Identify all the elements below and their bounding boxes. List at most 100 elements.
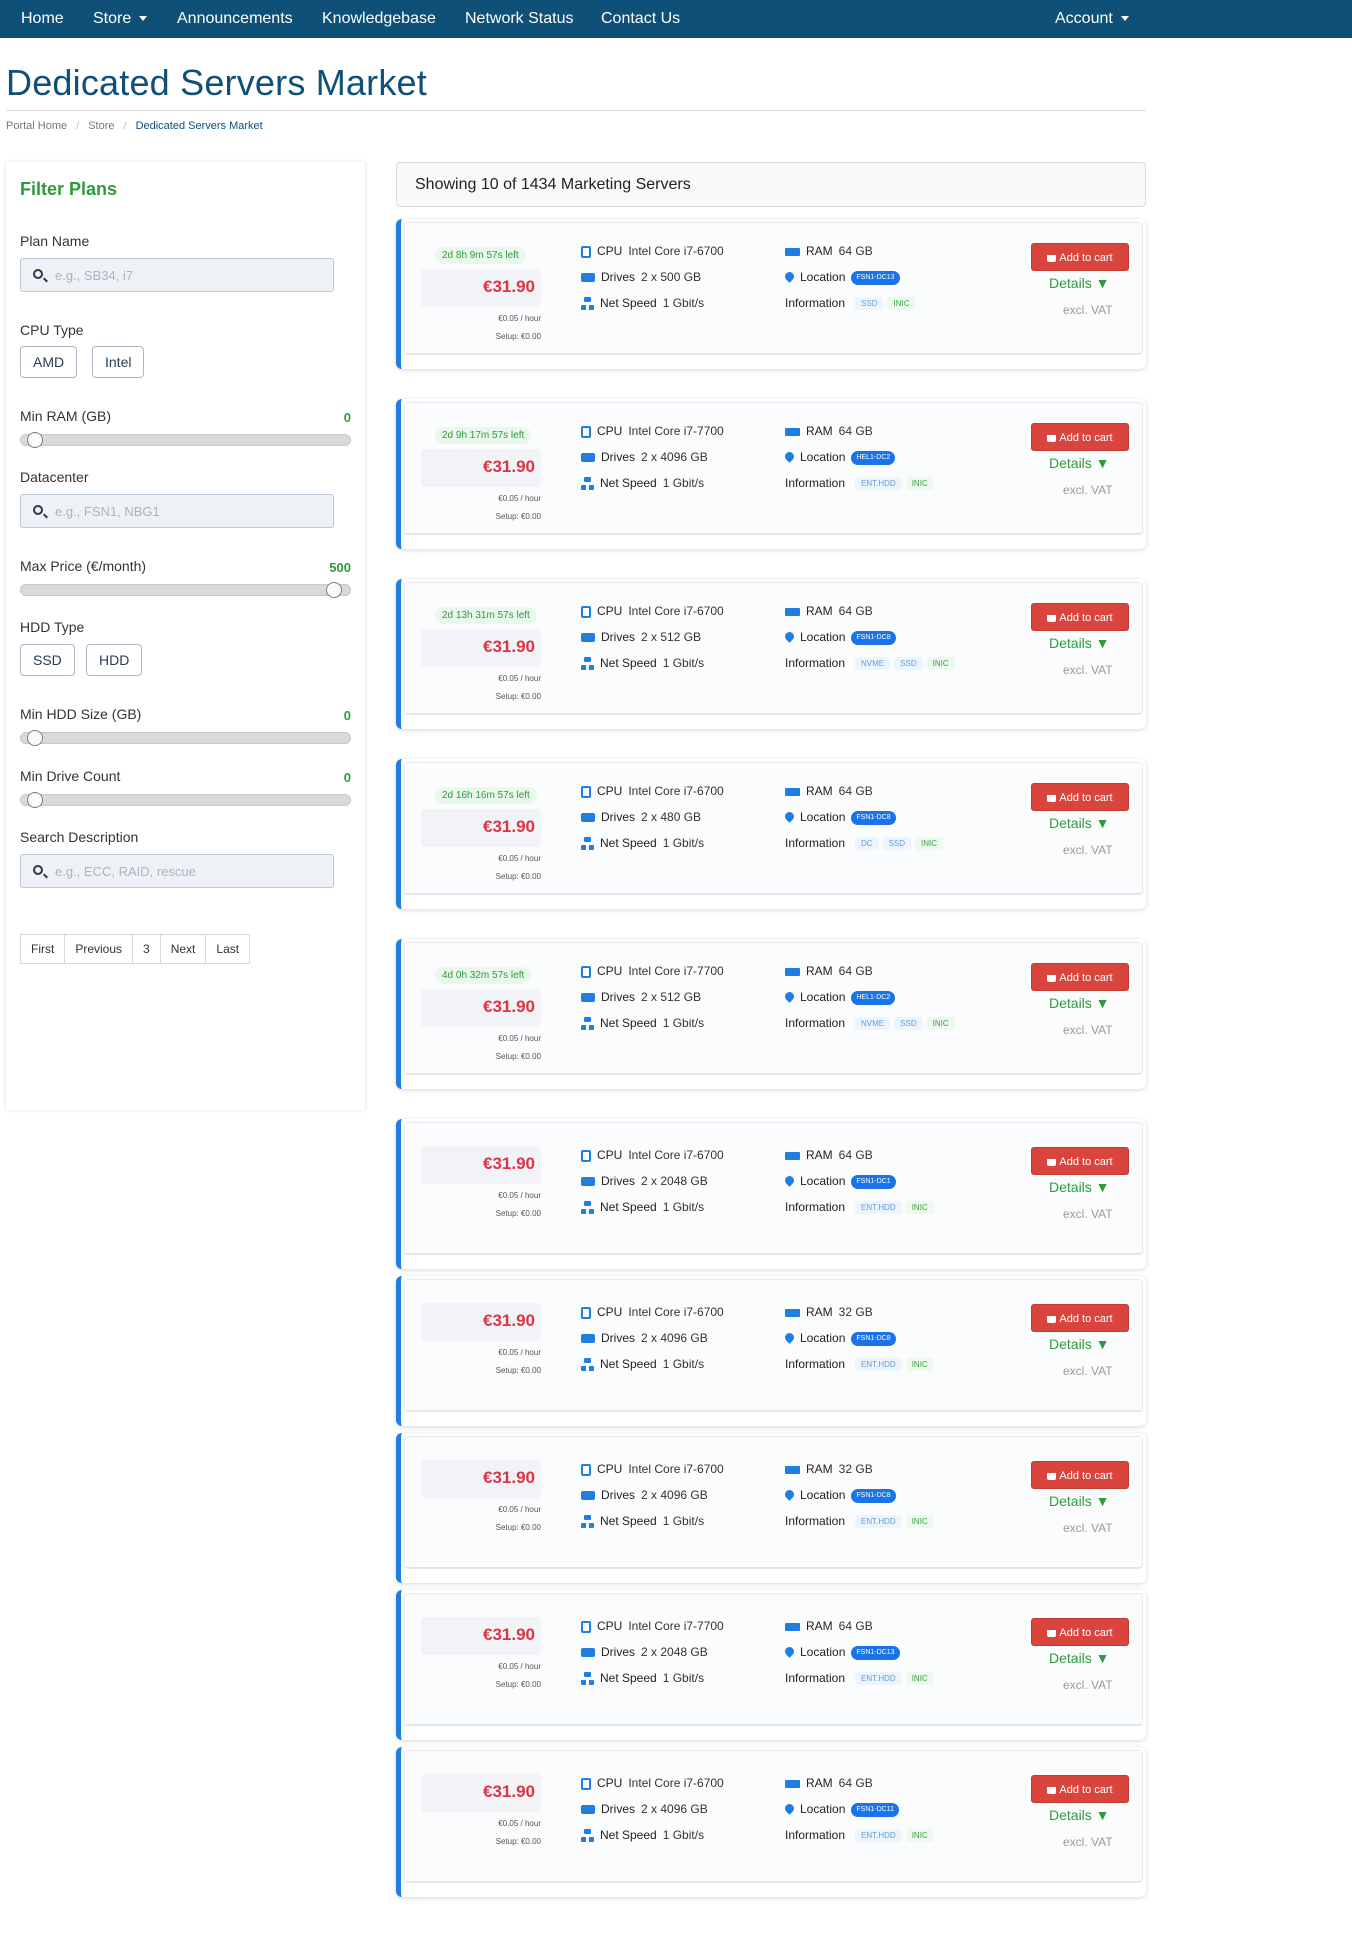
excl-vat-note: excl. VAT xyxy=(1063,1678,1113,1692)
info-tag: SSD xyxy=(894,657,923,671)
cpu-value: Intel Core i7-7700 xyxy=(628,964,724,978)
spec-label: RAM xyxy=(806,1148,833,1162)
setup-fee: Setup: €0.00 xyxy=(495,1052,541,1061)
drives-value: 2 x 480 GB xyxy=(641,810,702,824)
plan-name-input[interactable] xyxy=(55,259,325,291)
spec-label: CPU xyxy=(597,1776,623,1790)
slider-thumb[interactable] xyxy=(27,730,43,746)
details-toggle[interactable]: Details ▼ xyxy=(1049,815,1110,831)
pagination-last[interactable]: Last xyxy=(206,935,249,963)
drives-value: 2 x 2048 GB xyxy=(641,1645,708,1659)
max-price-value: 500 xyxy=(329,560,351,575)
spec-location: Location FSN1-DC8 xyxy=(785,810,896,825)
countdown-badge: 4d 0h 32m 57s left xyxy=(435,967,532,984)
cpu-icon xyxy=(581,1777,591,1790)
excl-vat-note: excl. VAT xyxy=(1063,843,1113,857)
details-toggle[interactable]: Details ▼ xyxy=(1049,1493,1110,1509)
breadcrumb: Portal Home / Store / Dedicated Servers Mark… xyxy=(6,120,263,132)
max-price-slider[interactable] xyxy=(20,582,351,598)
add-to-cart-button[interactable]: Add to cart xyxy=(1031,1618,1129,1646)
info-tag: INIC xyxy=(905,1515,934,1529)
hourly-price: €0.05 / hour xyxy=(498,1505,541,1514)
plan-name-field xyxy=(20,258,334,292)
nav-network-status[interactable]: Network Status xyxy=(465,0,573,38)
add-to-cart-button[interactable]: Add to cart xyxy=(1031,423,1129,451)
nav-announcements[interactable]: Announcements xyxy=(177,0,293,38)
cpu-icon xyxy=(581,1620,591,1633)
pagination: First Previous 3 Next Last xyxy=(20,934,251,964)
breadcrumb-portal-home[interactable]: Portal Home xyxy=(6,120,67,132)
hdd-hdd-button[interactable]: HDD xyxy=(86,644,143,676)
info-tag: ENT.HDD xyxy=(855,1829,902,1843)
add-to-cart-button[interactable]: Add to cart xyxy=(1031,1461,1129,1489)
spec-ram: RAM 64 GB xyxy=(785,1776,873,1790)
pagination-previous[interactable]: Previous xyxy=(65,935,134,963)
add-to-cart-label: Add to cart xyxy=(1059,1470,1113,1482)
network-icon xyxy=(581,1829,594,1843)
price-box: €31.90 xyxy=(421,1303,541,1341)
cpu-amd-button[interactable]: AMD xyxy=(20,346,78,378)
pagination-current-page[interactable]: 3 xyxy=(133,935,161,963)
cpu-intel-button[interactable]: Intel xyxy=(92,346,145,378)
details-toggle[interactable]: Details ▼ xyxy=(1049,635,1110,651)
spec-label: RAM xyxy=(806,784,833,798)
slider-thumb[interactable] xyxy=(326,582,342,598)
add-to-cart-button[interactable]: Add to cart xyxy=(1031,603,1129,631)
spec-label: Net Speed xyxy=(600,656,657,670)
hdd-ssd-button[interactable]: SSD xyxy=(20,644,75,676)
spec-label: Net Speed xyxy=(600,1357,657,1371)
info-tag: INIC xyxy=(905,1358,934,1372)
add-to-cart-button[interactable]: Add to cart xyxy=(1031,783,1129,811)
add-to-cart-button[interactable]: Add to cart xyxy=(1031,1775,1129,1803)
spec-net-speed: Net Speed 1 Gbit/s xyxy=(581,1016,704,1031)
add-to-cart-button[interactable]: Add to cart xyxy=(1031,1147,1129,1175)
datacenter-input[interactable] xyxy=(55,495,325,527)
hourly-price: €0.05 / hour xyxy=(498,1034,541,1043)
add-to-cart-button[interactable]: Add to cart xyxy=(1031,1304,1129,1332)
location-pin-icon xyxy=(785,992,794,1004)
min-hdd-slider[interactable] xyxy=(20,730,351,746)
spec-cpu: CPU Intel Core i7-7700 xyxy=(581,964,724,978)
net-speed-value: 1 Gbit/s xyxy=(662,1671,705,1685)
nav-contact-us[interactable]: Contact Us xyxy=(601,0,680,38)
spec-label: Location xyxy=(800,1802,846,1816)
spec-label: Drives xyxy=(601,1488,636,1502)
details-toggle[interactable]: Details ▼ xyxy=(1049,995,1110,1011)
details-toggle[interactable]: Details ▼ xyxy=(1049,275,1110,291)
spec-location: Location FSN1-DC13 xyxy=(785,270,900,285)
nav-account[interactable]: Account xyxy=(1055,0,1129,38)
spec-cpu: CPU Intel Core i7-6700 xyxy=(581,1305,724,1319)
nav-knowledgebase[interactable]: Knowledgebase xyxy=(322,0,436,38)
results-count: Showing 10 of 1434 Marketing Servers xyxy=(415,176,691,193)
nav-home[interactable]: Home xyxy=(21,0,64,38)
details-toggle[interactable]: Details ▼ xyxy=(1049,1650,1110,1666)
spec-label: Location xyxy=(800,450,846,464)
server-card: €31.90 €0.05 / hour Setup: €0.00 CPU Inte… xyxy=(396,1747,1146,1897)
details-toggle[interactable]: Details ▼ xyxy=(1049,1336,1110,1352)
details-toggle[interactable]: Details ▼ xyxy=(1049,1179,1110,1195)
info-tag: INIC xyxy=(905,1829,934,1843)
spec-label: CPU xyxy=(597,244,623,258)
info-tag: SSD xyxy=(855,297,884,311)
nav-store[interactable]: Store xyxy=(93,0,148,38)
search-description-input[interactable] xyxy=(55,855,325,887)
breadcrumb-store[interactable]: Store xyxy=(88,120,114,132)
min-ram-slider[interactable] xyxy=(20,432,351,448)
spec-location: Location FSN1-DC8 xyxy=(785,630,896,645)
pagination-next[interactable]: Next xyxy=(161,935,207,963)
pagination-first[interactable]: First xyxy=(21,935,66,963)
cart-icon xyxy=(1047,974,1057,982)
details-toggle[interactable]: Details ▼ xyxy=(1049,1807,1110,1823)
slider-thumb[interactable] xyxy=(27,792,43,808)
drive-icon xyxy=(581,1648,595,1658)
spec-label: Net Speed xyxy=(600,296,657,310)
datacenter-label: Datacenter xyxy=(20,469,89,485)
details-toggle[interactable]: Details ▼ xyxy=(1049,455,1110,471)
info-tag: ENT.HDD xyxy=(855,477,902,491)
top-navbar: Home Store Announcements Knowledgebase N… xyxy=(0,0,1352,38)
add-to-cart-button[interactable]: Add to cart xyxy=(1031,243,1129,271)
min-drive-slider[interactable] xyxy=(20,792,351,808)
add-to-cart-button[interactable]: Add to cart xyxy=(1031,963,1129,991)
add-to-cart-label: Add to cart xyxy=(1059,612,1113,624)
slider-thumb[interactable] xyxy=(27,432,43,448)
